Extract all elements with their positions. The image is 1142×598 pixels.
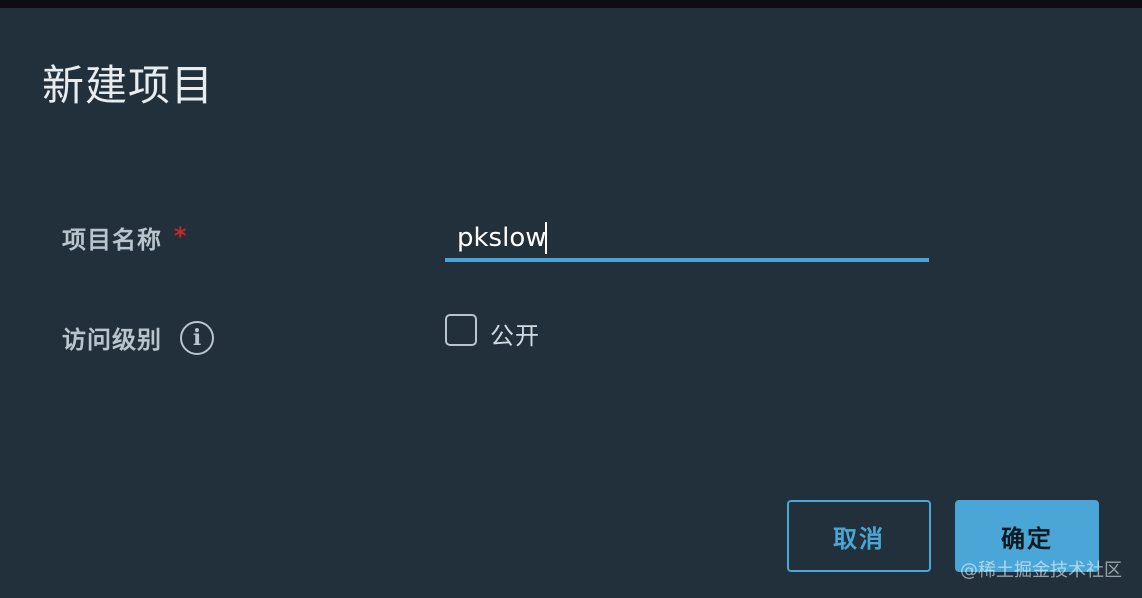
- project-name-label: 项目名称 *: [62, 220, 188, 255]
- top-bar: [0, 0, 1142, 8]
- required-star: *: [174, 222, 188, 250]
- public-checkbox-label[interactable]: 公开: [490, 316, 540, 351]
- public-checkbox[interactable]: [445, 314, 477, 346]
- watermark: @稀土掘金技术社区: [960, 560, 1122, 581]
- project-name-label-text: 项目名称: [62, 226, 162, 254]
- project-name-input[interactable]: [445, 218, 929, 262]
- access-level-label: 访问级别: [62, 326, 162, 354]
- info-icon[interactable]: i: [180, 321, 214, 355]
- text-caret: [545, 222, 547, 254]
- cancel-button[interactable]: 取消: [787, 500, 931, 572]
- dialog-title: 新建项目: [42, 61, 215, 110]
